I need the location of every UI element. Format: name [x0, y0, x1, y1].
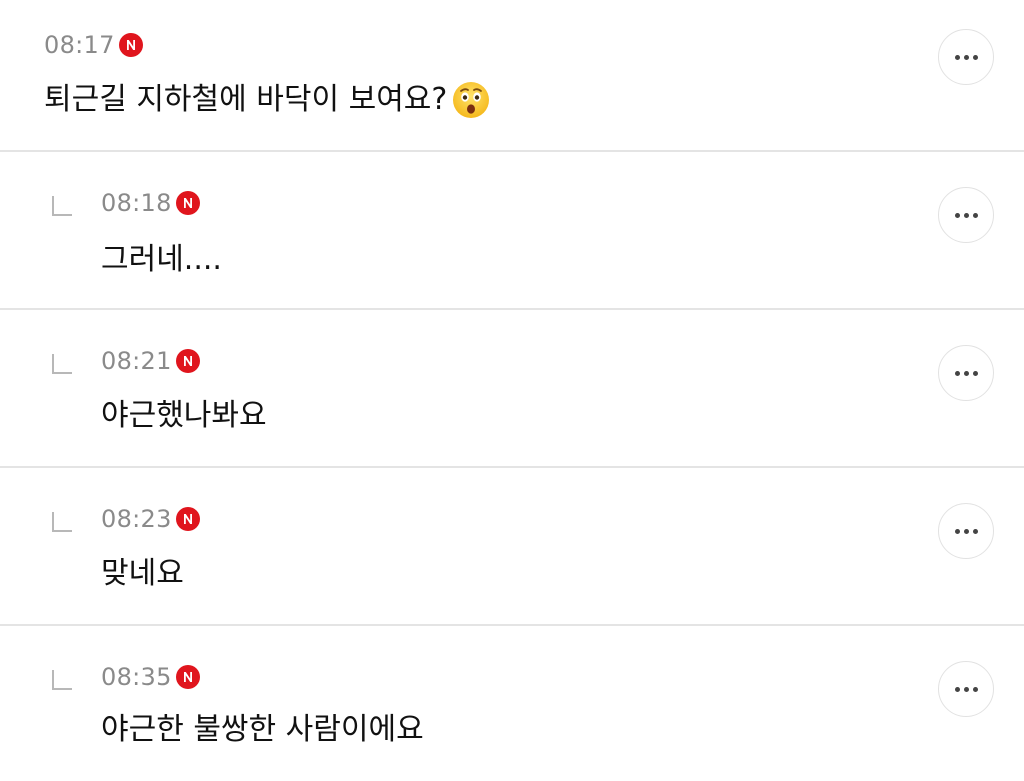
more-options-button[interactable]	[938, 661, 994, 717]
reply-corner-icon	[52, 354, 72, 374]
reply-corner-icon	[52, 196, 72, 216]
comment-text: 야근한 불쌍한 사람이에요	[101, 710, 424, 750]
more-dot	[963, 528, 969, 534]
comment-text: 야근했나봐요	[101, 396, 267, 436]
more-options-button[interactable]	[938, 187, 994, 243]
more-dot	[963, 54, 969, 60]
n-badge-icon	[175, 349, 200, 373]
n-badge-icon	[175, 665, 200, 689]
more-options-button[interactable]	[938, 29, 994, 85]
more-dot	[972, 370, 978, 376]
more-options-button[interactable]	[938, 503, 994, 559]
more-dots-icon	[954, 212, 960, 218]
comment-time: 08:21	[101, 347, 172, 375]
more-dots-icon	[954, 686, 960, 692]
reply-item: 08:23 맞네요	[0, 468, 1024, 624]
more-dots-icon	[954, 370, 960, 376]
comment-text-content: 야근했나봐요	[101, 398, 267, 433]
more-dot	[963, 686, 969, 692]
more-options-button[interactable]	[938, 345, 994, 401]
more-dot	[963, 212, 969, 218]
reply-corner-icon	[52, 512, 72, 532]
reply-item: 08:18 그러네....	[0, 152, 1024, 308]
reply-item: 08:35 야근한 불쌍한 사람이에요	[0, 626, 1024, 781]
reply-item: 08:21 야근했나봐요	[0, 310, 1024, 466]
more-dots-icon	[954, 528, 960, 534]
more-dot	[963, 370, 969, 376]
comment-meta: 08:23	[101, 504, 200, 534]
n-badge-icon	[118, 33, 143, 57]
comment-time: 08:35	[101, 663, 172, 691]
comment-text-content: 야근한 불쌍한 사람이에요	[101, 712, 424, 747]
n-badge-icon	[175, 191, 200, 215]
comment-meta: 08:21	[101, 346, 200, 376]
astonished-face-icon	[451, 80, 491, 120]
comment-meta: 08:17	[44, 30, 143, 60]
comment-time: 08:18	[101, 189, 172, 217]
comment-time: 08:23	[101, 505, 172, 533]
comment-text-content: 그러네....	[101, 242, 222, 277]
comment-text: 맞네요	[101, 554, 184, 594]
reply-corner-icon	[52, 670, 72, 690]
more-dot	[972, 528, 978, 534]
comment-meta: 08:35	[101, 662, 200, 692]
comment-text: 퇴근길 지하철에 바닥이 보여요?	[44, 80, 491, 120]
comment-text-content: 맞네요	[101, 556, 184, 591]
comment-meta: 08:18	[101, 188, 200, 218]
comment-text-content: 퇴근길 지하철에 바닥이 보여요?	[44, 82, 448, 117]
more-dot	[972, 686, 978, 692]
more-dot	[972, 54, 978, 60]
more-dots-icon	[954, 54, 960, 60]
comment-time: 08:17	[44, 31, 115, 59]
n-badge-icon	[175, 507, 200, 531]
more-dot	[972, 212, 978, 218]
comment-text: 그러네....	[101, 240, 222, 280]
comment-item: 08:17 퇴근길 지하철에 바닥이 보여요?	[0, 0, 1024, 150]
